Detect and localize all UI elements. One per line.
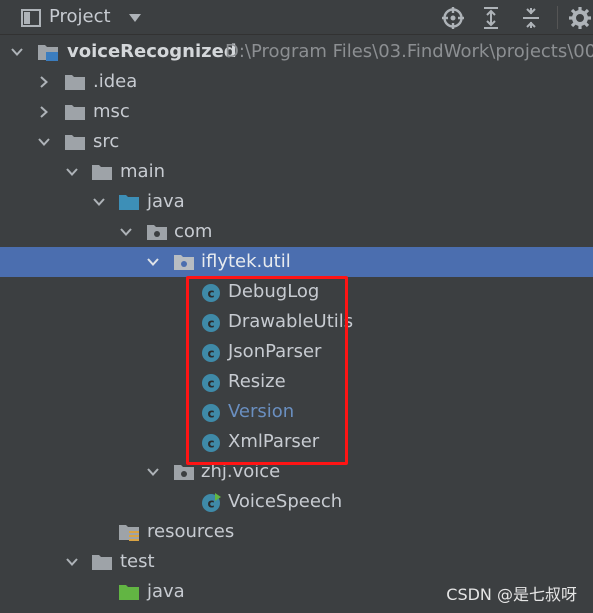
svg-text:c: c [207,317,214,331]
resources-folder-icon [118,522,140,542]
tree-row-com[interactable]: com [0,217,593,247]
folder-name: src [93,131,120,152]
tree-row-class[interactable]: c JsonParser [0,337,593,367]
chevron-down-icon[interactable] [62,157,82,187]
package-name: zhj.voice [201,461,281,482]
tree-row-resources[interactable]: resources [0,517,593,547]
folder-icon [91,552,113,572]
collapse-all-icon[interactable] [520,0,542,35]
chevron-down-icon[interactable] [34,127,54,157]
project-view-icon[interactable] [20,0,42,35]
test-source-folder-icon [118,582,140,602]
settings-gear-icon[interactable] [568,0,592,35]
folder-name: resources [147,521,235,542]
svg-text:c: c [207,377,214,391]
chevron-down-icon[interactable] [143,457,163,487]
tree-row-main[interactable]: main [0,157,593,187]
tree-row-class[interactable]: c DrawableUtils [0,307,593,337]
tree-row-iflytek-util[interactable]: iflytek.util [0,247,593,277]
root-project-path: D:\Program Files\03.FindWork\projects\00… [225,41,593,62]
chevron-down-icon[interactable] [62,547,82,577]
class-name: VoiceSpeech [228,491,343,512]
svg-text:c: c [207,437,214,451]
tree-row-class[interactable]: c Version [0,397,593,427]
project-toolbar: Project [0,0,593,35]
package-icon [173,462,195,482]
class-name: JsonParser [228,341,322,362]
class-name: Resize [228,371,286,392]
project-view-title[interactable]: Project [49,6,111,27]
class-name: XmlParser [228,431,320,452]
module-folder-icon [37,42,59,62]
source-folder-icon [118,192,140,212]
package-icon [146,222,168,242]
folder-icon [64,102,86,122]
chevron-right-icon[interactable] [34,97,54,127]
toolbar-divider [557,6,558,29]
folder-icon [64,72,86,92]
svg-text:c: c [207,287,214,301]
folder-name: java [147,191,185,212]
tree-row-src[interactable]: src [0,127,593,157]
java-class-icon: c [200,342,222,362]
package-name: com [174,221,213,242]
tree-row-root[interactable]: voiceRecognized D:\Program Files\03.Find… [0,37,593,67]
main-class-icon: c [200,492,222,512]
svg-text:c: c [207,347,214,361]
class-name: DrawableUtils [228,311,354,332]
package-icon [173,252,195,272]
tree-row-voice-speech[interactable]: c VoiceSpeech [0,487,593,517]
class-name: DebugLog [228,281,320,302]
svg-text:c: c [207,407,214,421]
chevron-down-icon[interactable] [89,187,109,217]
tree-row-test[interactable]: test [0,547,593,577]
tree-row-zhj-voice[interactable]: zhj.voice [0,457,593,487]
svg-text:c: c [207,497,214,511]
folder-icon [64,132,86,152]
chevron-down-icon[interactable] [116,217,136,247]
chevron-right-icon[interactable] [34,67,54,97]
tree-row-class[interactable]: c Resize [0,367,593,397]
dropdown-caret-icon[interactable] [126,0,144,35]
folder-name: test [120,551,155,572]
java-class-icon: c [200,432,222,452]
folder-name: msc [93,101,130,122]
tree-row-class[interactable]: c DebugLog [0,277,593,307]
java-class-icon: c [200,282,222,302]
java-class-icon: c [200,312,222,332]
tree-row-msc[interactable]: msc [0,97,593,127]
folder-icon [91,162,113,182]
chevron-down-icon[interactable] [7,37,27,67]
expand-all-icon[interactable] [480,0,502,35]
package-name: iflytek.util [201,251,291,272]
folder-name: java [147,581,185,602]
chevron-down-icon[interactable] [143,247,163,277]
root-project-name: voiceRecognized [67,41,237,62]
java-class-icon: c [200,402,222,422]
tree-row-java[interactable]: java [0,187,593,217]
java-class-icon: c [200,372,222,392]
folder-name: main [120,161,165,182]
tree-row-idea[interactable]: .idea [0,67,593,97]
folder-name: .idea [93,71,138,92]
class-name-modified: Version [228,401,295,422]
tree-row-class[interactable]: c XmlParser [0,427,593,457]
locate-target-icon[interactable] [441,0,465,35]
watermark: CSDN @是七叔呀 [446,585,577,604]
